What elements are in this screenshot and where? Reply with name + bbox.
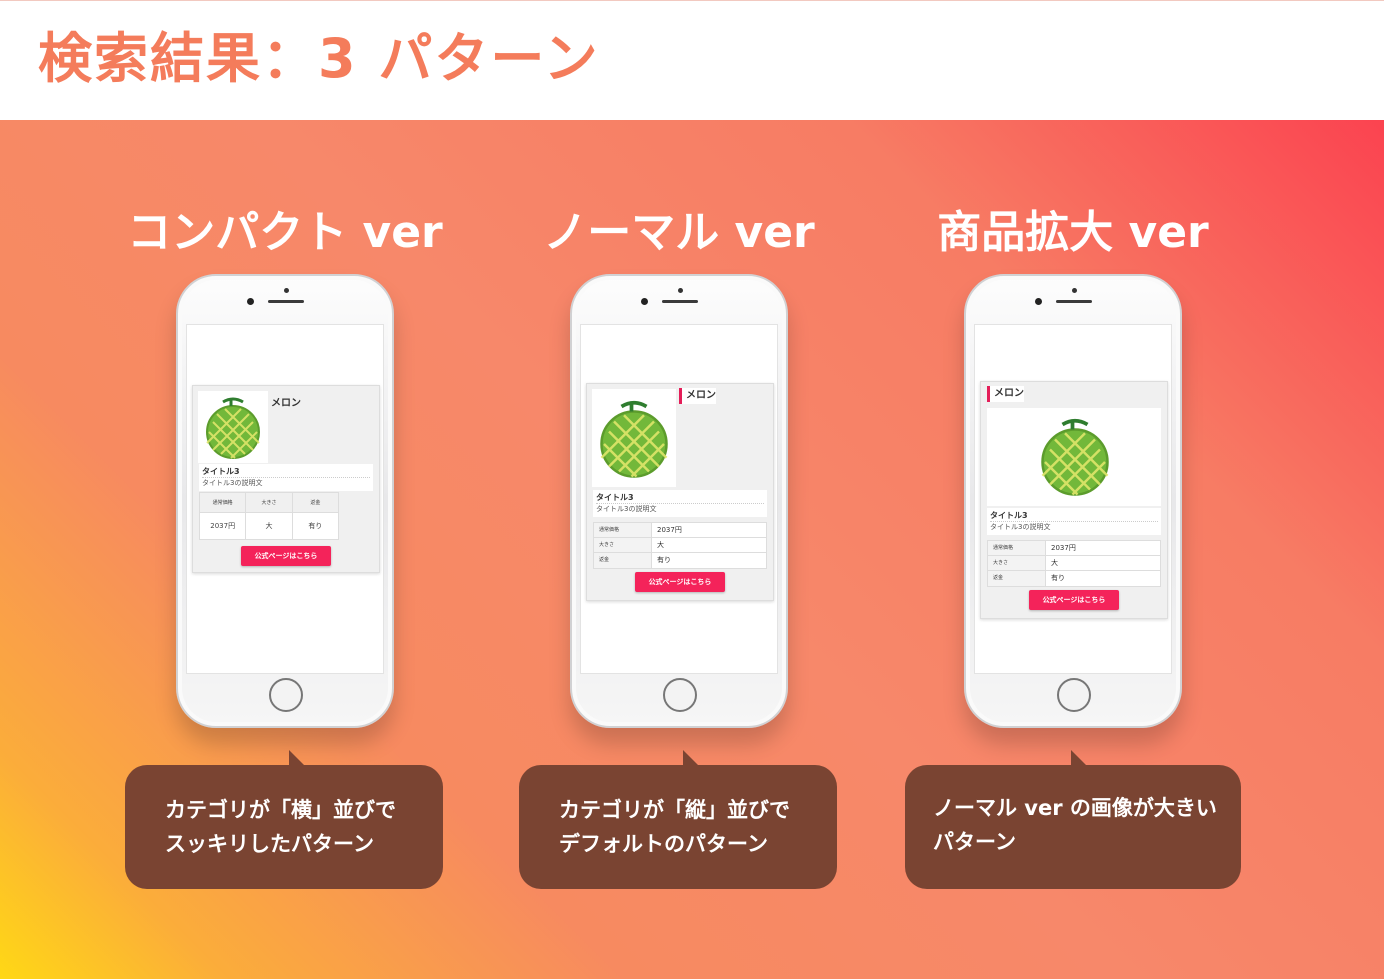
caption-text: カテゴリが「縦」並びで デフォルトのパターン <box>559 793 790 861</box>
phone-mockup: メロン タイトル3 タイトル3の説明文 通常価格 2037円 大きさ 大 返金 … <box>964 274 1182 728</box>
result-card: メロン タイトル3 タイトル3の説明文 通常価格 2037円 大きさ 大 返金 … <box>980 381 1168 619</box>
result-card: メロン タイトル3 タイトル3の説明文 通常価格 大きさ 返金 2037円 大 … <box>192 385 380 573</box>
spec-value: 有り <box>308 522 323 530</box>
speaker-slot <box>1056 300 1092 303</box>
melon-image <box>1041 418 1109 496</box>
item-description: タイトル3の説明文 <box>990 523 1051 531</box>
column-compact: コンパクト ver メロン タイトル3 タイトル3の説明文 通常価格 大きさ 返… <box>88 120 482 979</box>
spec-row: 通常価格 2037円 <box>988 541 1160 556</box>
camera-dot <box>247 298 254 305</box>
spec-header: 通常価格 <box>200 493 247 512</box>
product-image-box <box>987 408 1161 506</box>
sensor-dot <box>284 288 289 293</box>
home-button[interactable] <box>1057 678 1091 712</box>
camera-dot <box>1035 298 1042 305</box>
spec-row: 返金 有り <box>988 571 1160 586</box>
melon-image <box>206 397 260 459</box>
phone-mockup: メロン タイトル3 タイトル3の説明文 通常価格 大きさ 返金 2037円 大 … <box>176 274 394 728</box>
spec-value-row: 2037円 大 有り <box>200 513 338 539</box>
caption-text: カテゴリが「横」並びで スッキリしたパターン <box>165 793 396 861</box>
caption-bubble: カテゴリが「縦」並びで デフォルトのパターン <box>519 750 837 889</box>
result-card: メロン タイトル3 タイトル3の説明文 通常価格 2037円 大きさ 大 返金 … <box>586 383 774 601</box>
spec-value: 2037円 <box>657 526 682 534</box>
item-title-box: タイトル3 タイトル3の説明文 <box>593 490 767 517</box>
caption-line: カテゴリが「横」並びで <box>165 798 396 822</box>
caption-bubble: カテゴリが「横」並びで スッキリしたパターン <box>125 750 443 889</box>
column-title: コンパクト ver <box>127 207 443 258</box>
column-normal: ノーマル ver メロン タイトル3 タイトル3の説明文 通常価格 2037円 … <box>482 120 876 979</box>
bubble-tail <box>1071 750 1087 766</box>
spec-value: 有り <box>1051 574 1065 582</box>
caption-text: ノーマル ver の画像が大きい パターン <box>933 791 1217 859</box>
spec-row: 通常価格 2037円 <box>594 523 766 538</box>
melon-image <box>600 400 668 478</box>
official-page-button[interactable]: 公式ページはこちら <box>241 546 331 566</box>
product-name: メロン <box>987 386 1024 402</box>
spec-header: 返金 <box>310 500 321 506</box>
spec-key: 通常価格 <box>594 523 652 537</box>
item-title: タイトル3 <box>202 466 370 478</box>
column-large-image: 商品拡大 ver メロン タイトル3 タイトル3の説明文 通常価格 2037円 … <box>876 120 1270 979</box>
column-title: 商品拡大 ver <box>937 207 1209 258</box>
home-button[interactable] <box>269 678 303 712</box>
caption-line: スッキリしたパターン <box>165 832 374 856</box>
phone-screen: メロン タイトル3 タイトル3の説明文 通常価格 2037円 大きさ 大 返金 … <box>974 324 1172 674</box>
official-page-button[interactable]: 公式ページはこちら <box>635 572 725 592</box>
item-title: タイトル3 <box>596 492 764 504</box>
spec-table: 通常価格 2037円 大きさ 大 返金 有り <box>593 522 767 569</box>
spec-value: 2037円 <box>1051 544 1076 552</box>
caption-line: ノーマル ver の画像が大きい <box>933 796 1217 820</box>
sensor-dot <box>1072 288 1077 293</box>
item-description: タイトル3の説明文 <box>202 479 263 487</box>
spec-key: 大きさ <box>594 538 652 552</box>
spec-key: 通常価格 <box>988 541 1046 555</box>
caption-line: カテゴリが「縦」並びで <box>559 798 790 822</box>
speaker-slot <box>662 300 698 303</box>
item-description: タイトル3の説明文 <box>596 505 657 513</box>
spec-value: 大 <box>657 541 664 549</box>
spec-key: 返金 <box>594 553 652 568</box>
caption-line: デフォルトのパターン <box>559 832 768 856</box>
bubble-tail <box>683 750 699 766</box>
bubble-tail <box>289 750 305 766</box>
caption-line: パターン <box>933 830 1016 854</box>
spec-row: 大きさ 大 <box>988 556 1160 571</box>
caption-bubble: ノーマル ver の画像が大きい パターン <box>905 750 1241 889</box>
spec-table: 通常価格 大きさ 返金 2037円 大 有り <box>199 492 339 540</box>
item-title-box: タイトル3 タイトル3の説明文 <box>987 508 1161 535</box>
product-name: メロン <box>679 388 716 404</box>
spec-table: 通常価格 2037円 大きさ 大 返金 有り <box>987 540 1161 587</box>
spec-row: 大きさ 大 <box>594 538 766 553</box>
spec-value: 大 <box>1051 559 1058 567</box>
stage: コンパクト ver メロン タイトル3 タイトル3の説明文 通常価格 大きさ 返… <box>0 120 1384 979</box>
official-page-button[interactable]: 公式ページはこちら <box>1029 590 1119 610</box>
item-title-box: タイトル3 タイトル3の説明文 <box>199 464 373 491</box>
spec-key: 大きさ <box>988 556 1046 570</box>
home-button[interactable] <box>663 678 697 712</box>
spec-header-row: 通常価格 大きさ 返金 <box>200 493 338 513</box>
spec-value: 2037円 <box>200 513 247 539</box>
spec-value: 有り <box>657 556 671 564</box>
sensor-dot <box>678 288 683 293</box>
spec-key: 返金 <box>988 571 1046 586</box>
product-name: メロン <box>271 398 301 409</box>
column-title: ノーマル ver <box>543 207 815 258</box>
phone-mockup: メロン タイトル3 タイトル3の説明文 通常価格 2037円 大きさ 大 返金 … <box>570 274 788 728</box>
spec-header: 大きさ <box>246 493 293 512</box>
camera-dot <box>641 298 648 305</box>
spec-value: 大 <box>246 513 293 539</box>
page-title: 検索結果：3 パターン <box>38 27 600 90</box>
item-title: タイトル3 <box>990 510 1158 522</box>
page-header: 検索結果：3 パターン <box>0 0 1384 120</box>
spec-row: 返金 有り <box>594 553 766 568</box>
phone-screen: メロン タイトル3 タイトル3の説明文 通常価格 2037円 大きさ 大 返金 … <box>580 324 778 674</box>
phone-screen: メロン タイトル3 タイトル3の説明文 通常価格 大きさ 返金 2037円 大 … <box>186 324 384 674</box>
product-image-box <box>198 391 268 463</box>
speaker-slot <box>268 300 304 303</box>
product-image-box <box>592 389 676 487</box>
